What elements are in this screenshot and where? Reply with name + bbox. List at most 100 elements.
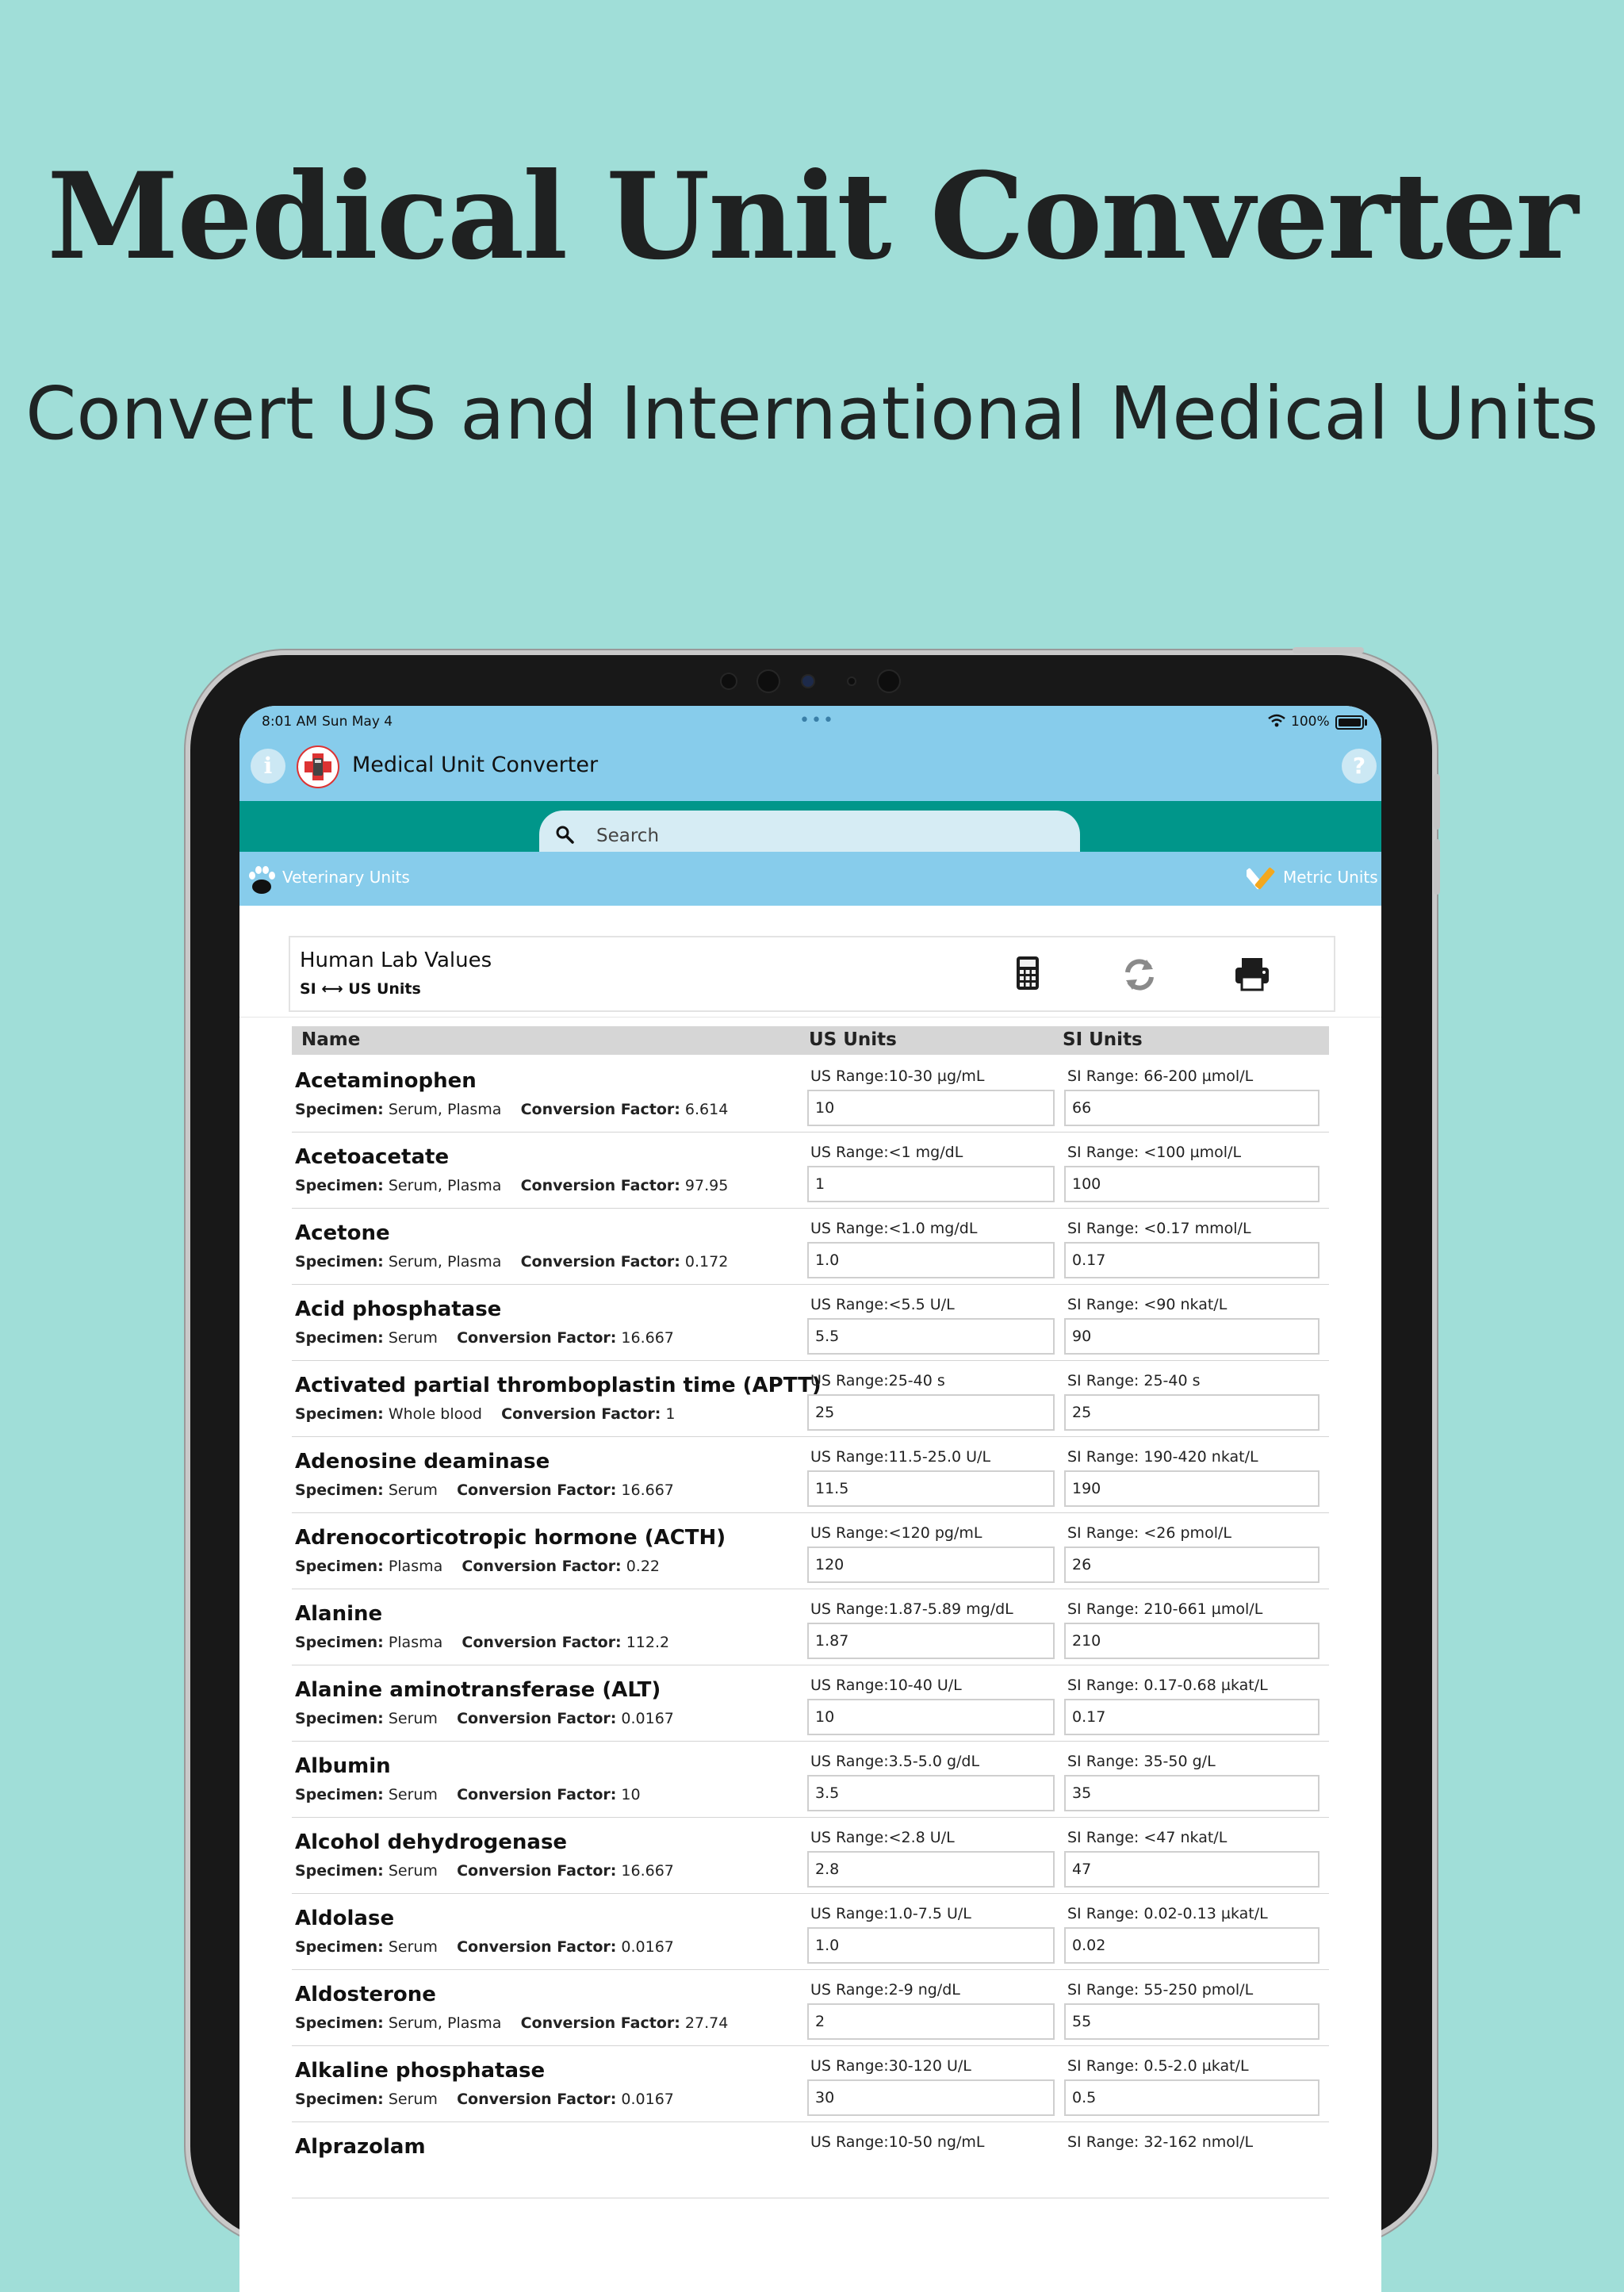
table-row: Acetaminophen Specimen: Serum, Plasma Co… (292, 1056, 1329, 1133)
us-value-input[interactable]: 5.5 (807, 1318, 1055, 1355)
row-meta: Specimen: Serum, Plasma Conversion Facto… (295, 2014, 729, 2032)
us-range: US Range:<5.5 U/L (810, 1296, 955, 1313)
lab-values-card: Human Lab Values SI ⟷ US Units (289, 936, 1335, 1012)
row-meta: Specimen: Serum, Plasma Conversion Facto… (295, 1177, 729, 1194)
si-value-input[interactable]: 100 (1064, 1166, 1320, 1202)
si-value-input[interactable]: 0.17 (1064, 1699, 1320, 1735)
si-range: SI Range: <0.17 mmol/L (1067, 1220, 1251, 1237)
row-meta: Specimen: Whole blood Conversion Factor:… (295, 1405, 676, 1423)
si-range: SI Range: 210-661 µmol/L (1067, 1600, 1263, 1618)
row-name: Adrenocorticotropic hormone (ACTH) (295, 1526, 726, 1550)
pencil-ruler-icon[interactable] (1247, 863, 1278, 895)
si-range: SI Range: 32-162 nmol/L (1067, 2133, 1254, 2151)
si-value-input[interactable]: 47 (1064, 1851, 1320, 1888)
camera-sensor-icon (879, 671, 899, 692)
row-name: Alcohol dehydrogenase (295, 1830, 568, 1854)
row-meta: Specimen: Serum Conversion Factor: 0.016… (295, 1938, 674, 1956)
us-range: US Range:30-120 U/L (810, 2057, 971, 2075)
us-value-input[interactable]: 3.5 (807, 1775, 1055, 1811)
si-range: SI Range: 0.17-0.68 µkat/L (1067, 1677, 1268, 1694)
search-bar (239, 801, 1381, 858)
si-value-input[interactable]: 25 (1064, 1394, 1320, 1431)
si-range: SI Range: <100 µmol/L (1067, 1144, 1242, 1161)
si-value-input[interactable]: 90 (1064, 1318, 1320, 1355)
row-name: Alanine (295, 1602, 383, 1626)
printer-icon[interactable] (1231, 953, 1274, 996)
info-icon[interactable]: i (251, 749, 285, 784)
us-value-input[interactable]: 10 (807, 1699, 1055, 1735)
veterinary-units-link[interactable]: Veterinary Units (282, 868, 410, 887)
status-date: Sun May 4 (322, 714, 393, 730)
si-value-input[interactable]: 0.02 (1064, 1927, 1320, 1964)
row-name: Alkaline phosphatase (295, 2059, 546, 2083)
si-value-input[interactable]: 0.5 (1064, 2079, 1320, 2116)
row-name: Acetoacetate (295, 1145, 450, 1169)
us-range: US Range:11.5-25.0 U/L (810, 1448, 991, 1466)
us-value-input[interactable]: 1.0 (807, 1927, 1055, 1964)
si-value-input[interactable]: 26 (1064, 1547, 1320, 1583)
row-meta: Specimen: Serum Conversion Factor: 16.66… (295, 1329, 674, 1347)
calculator-icon[interactable] (1005, 953, 1048, 996)
us-value-input[interactable]: 1 (807, 1166, 1055, 1202)
battery-icon (1335, 715, 1367, 730)
us-value-input[interactable]: 1.0 (807, 1242, 1055, 1278)
us-range: US Range:10-40 U/L (810, 1677, 962, 1694)
si-range: SI Range: 190-420 nkat/L (1067, 1448, 1258, 1466)
si-range: SI Range: 25-40 s (1067, 1372, 1201, 1389)
row-meta: Specimen: Serum Conversion Factor: 0.016… (295, 1710, 674, 1727)
us-range: US Range:1.87-5.89 mg/dL (810, 1600, 1013, 1618)
si-range: SI Range: <47 nkat/L (1067, 1829, 1228, 1846)
status-time: 8:01 AM (262, 714, 317, 730)
refresh-icon[interactable] (1118, 953, 1161, 996)
row-meta: Specimen: Serum Conversion Factor: 16.66… (295, 1862, 674, 1880)
si-range: SI Range: 0.5-2.0 µkat/L (1067, 2057, 1249, 2075)
row-name: Aldolase (295, 1907, 395, 1930)
metric-units-link[interactable]: Metric Units (1283, 868, 1378, 887)
us-value-input[interactable]: 10 (807, 1090, 1055, 1126)
volume-up-button (1434, 774, 1440, 830)
table-row: Albumin Specimen: Serum Conversion Facto… (292, 1742, 1329, 1818)
si-value-input[interactable]: 66 (1064, 1090, 1320, 1126)
us-value-input[interactable]: 30 (807, 2079, 1055, 2116)
si-value-input[interactable]: 35 (1064, 1775, 1320, 1811)
us-value-input[interactable]: 2.8 (807, 1851, 1055, 1888)
si-range: SI Range: 0.02-0.13 µkat/L (1067, 1905, 1268, 1922)
us-range: US Range:1.0-7.5 U/L (810, 1905, 971, 1922)
column-header-us-units: US Units (809, 1029, 897, 1050)
table-row: Alprazolam US Range:10-50 ng/mL SI Range… (292, 2122, 1329, 2198)
ipad-device-frame: 8:01 AM Sun May 4 ••• 100% i Medical Uni… (190, 647, 1440, 2292)
app-title: Medical Unit Converter (352, 753, 599, 777)
table-row: Adrenocorticotropic hormone (ACTH) Speci… (292, 1513, 1329, 1589)
units-switch-bar: Veterinary Units Metric Units (239, 852, 1381, 906)
multitasking-dots[interactable]: ••• (799, 711, 835, 730)
column-header-si-units: SI Units (1063, 1029, 1143, 1050)
help-icon[interactable]: ? (1342, 749, 1377, 784)
battery-percent: 100% (1291, 714, 1330, 730)
si-value-input[interactable]: 190 (1064, 1470, 1320, 1507)
si-value-input[interactable]: 210 (1064, 1623, 1320, 1659)
row-name: Albumin (295, 1754, 391, 1778)
si-value-input[interactable]: 55 (1064, 2003, 1320, 2040)
row-meta: Specimen: Serum Conversion Factor: 16.66… (295, 1481, 674, 1499)
row-meta: Specimen: Plasma Conversion Factor: 112.… (295, 1634, 670, 1651)
paw-icon[interactable] (246, 863, 278, 895)
promo-title: Medical Unit Converter (47, 147, 1578, 286)
row-name: Acetone (295, 1221, 390, 1245)
search-input[interactable] (595, 822, 1058, 850)
search-icon (556, 826, 574, 844)
volume-down-button (1434, 839, 1440, 895)
us-value-input[interactable]: 25 (807, 1394, 1055, 1431)
promo-subtitle: Convert US and International Medical Uni… (25, 371, 1599, 456)
us-value-input[interactable]: 1.87 (807, 1623, 1055, 1659)
table-row: Alanine Specimen: Plasma Conversion Fact… (292, 1589, 1329, 1665)
si-value-input[interactable]: 0.17 (1064, 1242, 1320, 1278)
row-name: Activated partial thromboplastin time (A… (295, 1374, 822, 1397)
us-value-input[interactable]: 11.5 (807, 1470, 1055, 1507)
table-row: Activated partial thromboplastin time (A… (292, 1361, 1329, 1437)
us-value-input[interactable]: 2 (807, 2003, 1055, 2040)
us-value-input[interactable]: 120 (807, 1547, 1055, 1583)
search-field[interactable] (539, 811, 1080, 858)
table-row: Aldosterone Specimen: Serum, Plasma Conv… (292, 1970, 1329, 2046)
camera-sensor-icon (758, 671, 779, 692)
table-row: Alcohol dehydrogenase Specimen: Serum Co… (292, 1818, 1329, 1894)
